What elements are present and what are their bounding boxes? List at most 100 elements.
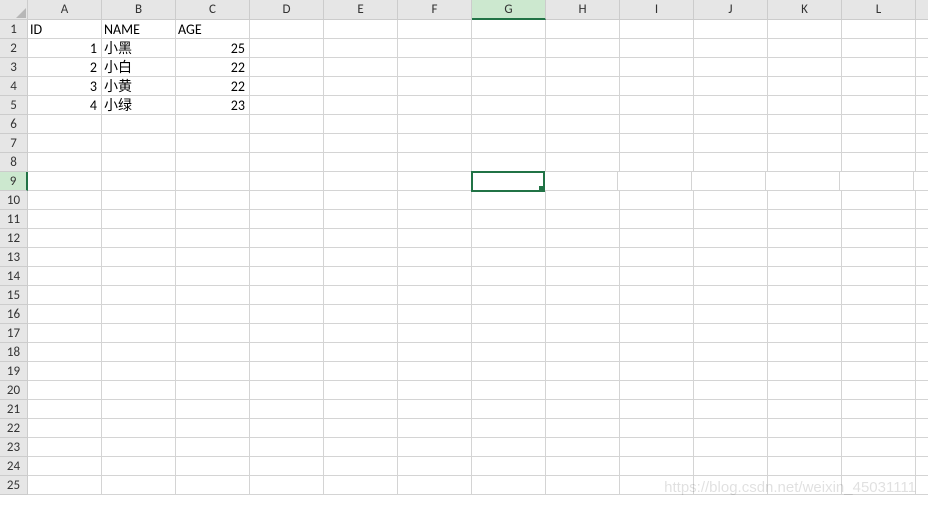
cell-B22[interactable] <box>102 419 176 438</box>
cell-G17[interactable] <box>472 324 546 343</box>
col-header-C[interactable]: C <box>176 0 250 20</box>
cell-I22[interactable] <box>620 419 694 438</box>
cell-J7[interactable] <box>694 134 768 153</box>
cell-A3[interactable]: 2 <box>28 58 102 77</box>
cell-F22[interactable] <box>398 419 472 438</box>
cell-D21[interactable] <box>250 400 324 419</box>
cell-H19[interactable] <box>546 362 620 381</box>
cell-F9[interactable] <box>398 172 472 191</box>
cell-B15[interactable] <box>102 286 176 305</box>
col-header-F[interactable]: F <box>398 0 472 20</box>
cell-D9[interactable] <box>250 172 324 191</box>
cell-J9[interactable] <box>692 172 766 191</box>
cell-G8[interactable] <box>472 153 546 172</box>
cell-H17[interactable] <box>546 324 620 343</box>
cell-I13[interactable] <box>620 248 694 267</box>
cell-K7[interactable] <box>768 134 842 153</box>
cell-L18[interactable] <box>842 343 916 362</box>
cell-C6[interactable] <box>176 115 250 134</box>
cell-E7[interactable] <box>324 134 398 153</box>
cell-B10[interactable] <box>102 191 176 210</box>
cell-L12[interactable] <box>842 229 916 248</box>
cell-L15[interactable] <box>842 286 916 305</box>
cell-H24[interactable] <box>546 457 620 476</box>
cell-M3[interactable] <box>916 58 928 77</box>
cell-K11[interactable] <box>768 210 842 229</box>
cell-A4[interactable]: 3 <box>28 77 102 96</box>
row-header-24[interactable]: 24 <box>0 457 28 476</box>
cell-F15[interactable] <box>398 286 472 305</box>
cell-E5[interactable] <box>324 96 398 115</box>
cell-G13[interactable] <box>472 248 546 267</box>
col-header-M[interactable]: M <box>916 0 928 20</box>
cell-D18[interactable] <box>250 343 324 362</box>
cell-L6[interactable] <box>842 115 916 134</box>
cell-L25[interactable] <box>842 476 916 495</box>
cell-F23[interactable] <box>398 438 472 457</box>
cell-H14[interactable] <box>546 267 620 286</box>
cell-J6[interactable] <box>694 115 768 134</box>
cell-A10[interactable] <box>28 191 102 210</box>
cell-B9[interactable] <box>102 172 176 191</box>
cell-C12[interactable] <box>176 229 250 248</box>
cell-K21[interactable] <box>768 400 842 419</box>
cell-M12[interactable] <box>916 229 928 248</box>
cell-C25[interactable] <box>176 476 250 495</box>
cell-D24[interactable] <box>250 457 324 476</box>
cell-K10[interactable] <box>768 191 842 210</box>
cell-L23[interactable] <box>842 438 916 457</box>
cell-G7[interactable] <box>472 134 546 153</box>
col-header-E[interactable]: E <box>324 0 398 20</box>
cell-C13[interactable] <box>176 248 250 267</box>
row-header-4[interactable]: 4 <box>0 77 28 96</box>
cell-M13[interactable] <box>916 248 928 267</box>
cell-K19[interactable] <box>768 362 842 381</box>
col-header-I[interactable]: I <box>620 0 694 20</box>
cell-J3[interactable] <box>694 58 768 77</box>
cell-D16[interactable] <box>250 305 324 324</box>
cell-E11[interactable] <box>324 210 398 229</box>
cell-B24[interactable] <box>102 457 176 476</box>
cell-I24[interactable] <box>620 457 694 476</box>
cell-E4[interactable] <box>324 77 398 96</box>
cell-F10[interactable] <box>398 191 472 210</box>
cell-B4[interactable]: 小黄 <box>102 77 176 96</box>
cell-H25[interactable] <box>546 476 620 495</box>
cell-E3[interactable] <box>324 58 398 77</box>
row-header-12[interactable]: 12 <box>0 229 28 248</box>
cell-B6[interactable] <box>102 115 176 134</box>
cell-G22[interactable] <box>472 419 546 438</box>
cell-K4[interactable] <box>768 77 842 96</box>
row-header-16[interactable]: 16 <box>0 305 28 324</box>
cell-J19[interactable] <box>694 362 768 381</box>
cell-M14[interactable] <box>916 267 928 286</box>
cell-B19[interactable] <box>102 362 176 381</box>
cell-I10[interactable] <box>620 191 694 210</box>
cell-K24[interactable] <box>768 457 842 476</box>
cell-I23[interactable] <box>620 438 694 457</box>
cell-D6[interactable] <box>250 115 324 134</box>
cell-E2[interactable] <box>324 39 398 58</box>
cell-C5[interactable]: 23 <box>176 96 250 115</box>
cell-H20[interactable] <box>546 381 620 400</box>
cell-I6[interactable] <box>620 115 694 134</box>
cell-D1[interactable] <box>250 20 324 39</box>
cell-G23[interactable] <box>472 438 546 457</box>
cell-I17[interactable] <box>620 324 694 343</box>
row-header-5[interactable]: 5 <box>0 96 28 115</box>
cell-H4[interactable] <box>546 77 620 96</box>
row-header-10[interactable]: 10 <box>0 191 28 210</box>
cell-D2[interactable] <box>250 39 324 58</box>
cell-I12[interactable] <box>620 229 694 248</box>
cell-J22[interactable] <box>694 419 768 438</box>
cell-I14[interactable] <box>620 267 694 286</box>
row-header-11[interactable]: 11 <box>0 210 28 229</box>
cell-G25[interactable] <box>472 476 546 495</box>
cell-F16[interactable] <box>398 305 472 324</box>
cell-E22[interactable] <box>324 419 398 438</box>
cell-M11[interactable] <box>916 210 928 229</box>
cell-H5[interactable] <box>546 96 620 115</box>
cell-M10[interactable] <box>916 191 928 210</box>
cell-F7[interactable] <box>398 134 472 153</box>
cell-M21[interactable] <box>916 400 928 419</box>
